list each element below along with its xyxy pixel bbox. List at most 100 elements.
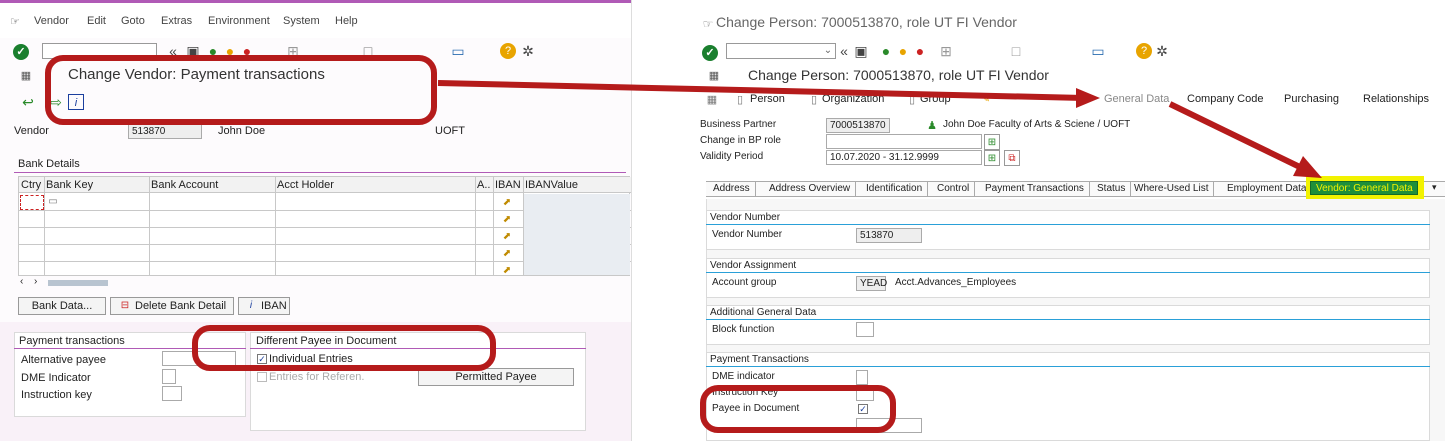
- menu-edit[interactable]: Edit: [87, 15, 106, 27]
- new-session-icon[interactable]: ▭: [450, 43, 466, 59]
- column-header-acct-holder[interactable]: Acct Holder: [277, 179, 334, 191]
- edit-pencil-icon[interactable]: ✎: [978, 92, 994, 108]
- help-icon[interactable]: ?: [500, 43, 516, 59]
- validity-period-field[interactable]: 10.07.2020 - 31.12.9999: [826, 150, 982, 165]
- lookup-icon[interactable]: ▭: [45, 194, 61, 210]
- horizontal-scrollbar[interactable]: ‹ ›: [18, 276, 118, 288]
- toolbar-general-data[interactable]: General Data: [1104, 93, 1169, 105]
- change-in-bp-role-field[interactable]: [826, 134, 982, 149]
- tab-vendor-general-data[interactable]: Vendor: General Data: [1310, 181, 1418, 195]
- print-icon[interactable]: ⊞: [938, 43, 954, 59]
- column-header-bank-key[interactable]: Bank Key: [46, 179, 93, 191]
- toolbar-organization[interactable]: Organization: [822, 93, 884, 105]
- vendor-label: Vendor: [14, 125, 49, 137]
- alternative-payee-field[interactable]: [856, 418, 922, 433]
- payee-in-document-checkbox[interactable]: ✓: [858, 404, 868, 414]
- tab-employment-data[interactable]: Employment Data: [1222, 182, 1313, 196]
- column-header-a[interactable]: A..: [477, 179, 490, 191]
- save-icon[interactable]: ▣: [185, 43, 201, 59]
- tab-status[interactable]: Status: [1092, 182, 1132, 196]
- iban-edit-icon[interactable]: ⬈: [499, 263, 515, 279]
- permitted-payee-button[interactable]: Permitted Payee: [418, 368, 574, 386]
- cancel-icon[interactable]: ●: [239, 43, 255, 59]
- instruction-key-field[interactable]: [856, 386, 874, 401]
- back-icon[interactable]: ●: [205, 43, 221, 59]
- menu-environment[interactable]: Environment: [208, 15, 270, 27]
- exit-icon[interactable]: ●: [895, 43, 911, 59]
- tab-payment-transactions[interactable]: Payment Transactions: [980, 182, 1090, 196]
- menu-help[interactable]: Help: [335, 15, 358, 27]
- menu-icon[interactable]: ☞: [10, 15, 20, 28]
- vendor-city: UOFT: [435, 125, 465, 137]
- scroll-left-icon[interactable]: ‹: [20, 276, 23, 287]
- table-row[interactable]: [20, 195, 44, 210]
- bank-data-button[interactable]: Bank Data...: [18, 297, 106, 315]
- settings-icon[interactable]: ✲: [520, 43, 536, 59]
- toolbar-person[interactable]: Person: [750, 93, 785, 105]
- menu-goto[interactable]: Goto: [121, 15, 145, 27]
- new-session-icon[interactable]: ▭: [1090, 43, 1106, 59]
- tab-overflow-chevron-icon[interactable]: ▾: [1432, 182, 1437, 193]
- iban-edit-icon[interactable]: ⬈: [499, 212, 515, 228]
- print-icon[interactable]: ⊞: [285, 43, 301, 59]
- dme-indicator-input[interactable]: [162, 369, 176, 384]
- tab-address[interactable]: Address: [708, 182, 756, 196]
- individual-entries-checkbox[interactable]: ✓: [257, 354, 267, 364]
- dme-indicator-field[interactable]: [856, 370, 868, 385]
- block-function-field[interactable]: [856, 322, 874, 337]
- layout-icon[interactable]: ▦: [706, 68, 722, 84]
- exit-icon[interactable]: ●: [222, 43, 238, 59]
- column-header-ctry[interactable]: Ctry: [21, 179, 41, 191]
- menu-extras[interactable]: Extras: [161, 15, 192, 27]
- scroll-right-icon[interactable]: ›: [34, 276, 37, 287]
- menu-vendor[interactable]: Vendor: [34, 15, 69, 27]
- help-icon[interactable]: ?: [1136, 43, 1152, 59]
- validity-lookup-icon[interactable]: ⊞: [984, 150, 1000, 166]
- column-header-bank-account[interactable]: Bank Account: [151, 179, 218, 191]
- enter-check-icon[interactable]: ✓: [702, 45, 718, 61]
- iban-edit-icon[interactable]: ⬈: [499, 195, 515, 211]
- delete-bank-detail-button[interactable]: ⊟ Delete Bank Detail: [110, 297, 234, 315]
- page-icon[interactable]: □: [1008, 43, 1024, 59]
- double-chevron-icon[interactable]: «: [836, 43, 852, 59]
- cancel-icon[interactable]: ●: [912, 43, 928, 59]
- entries-for-referen-checkbox[interactable]: [257, 372, 267, 382]
- tab-where-used-list[interactable]: Where-Used List: [1129, 182, 1215, 196]
- info-icon[interactable]: i: [68, 94, 84, 110]
- alternative-payee-input[interactable]: [162, 351, 236, 366]
- grid-icon[interactable]: ▦: [704, 92, 720, 108]
- double-chevron-icon[interactable]: «: [165, 43, 181, 59]
- settings-icon[interactable]: ✲: [1154, 43, 1170, 59]
- display-change-icon[interactable]: ↩: [20, 94, 36, 110]
- column-header-iban[interactable]: IBAN: [495, 179, 521, 191]
- save-icon[interactable]: ▣: [853, 43, 869, 59]
- window-menu-icon[interactable]: ☞: [700, 16, 716, 32]
- toolbar-relationships[interactable]: Relationships: [1363, 93, 1429, 105]
- iban-edit-icon[interactable]: ⬈: [499, 229, 515, 245]
- instruction-key-input[interactable]: [162, 386, 182, 401]
- other-object-icon[interactable]: ⇨: [48, 94, 64, 110]
- column-header-iban-value[interactable]: IBANValue: [525, 179, 578, 191]
- toolbar-company-code[interactable]: Company Code: [1187, 93, 1263, 105]
- vendor-number-field: 513870: [856, 228, 922, 243]
- tab-identification[interactable]: Identification: [861, 182, 929, 196]
- left-sap-window: ☞ Vendor Edit Goto Extras Environment Sy…: [0, 0, 632, 441]
- back-icon[interactable]: ●: [878, 43, 894, 59]
- menu-system[interactable]: System: [283, 15, 320, 27]
- toolbar-group[interactable]: Group: [920, 93, 951, 105]
- enter-check-icon[interactable]: ✓: [13, 44, 29, 60]
- validity-copy-icon[interactable]: ⧉: [1004, 150, 1020, 166]
- iban-button[interactable]: i IBAN: [238, 297, 290, 315]
- command-field[interactable]: [42, 43, 157, 59]
- tab-control[interactable]: Control: [932, 182, 976, 196]
- tab-address-overview[interactable]: Address Overview: [764, 182, 857, 196]
- change-in-bp-role-label: Change in BP role: [700, 135, 781, 146]
- role-lookup-icon[interactable]: ⊞: [984, 134, 1000, 150]
- alternative-payee-label: Alternative payee: [21, 354, 106, 366]
- iban-edit-icon[interactable]: ⬈: [499, 246, 515, 262]
- toolbar-purchasing[interactable]: Purchasing: [1284, 93, 1339, 105]
- layout-icon[interactable]: ▦: [18, 68, 34, 84]
- page-icon[interactable]: □: [360, 43, 376, 59]
- payment-divider: [14, 348, 246, 349]
- dropdown-chevron-icon[interactable]: ⌄: [820, 43, 836, 59]
